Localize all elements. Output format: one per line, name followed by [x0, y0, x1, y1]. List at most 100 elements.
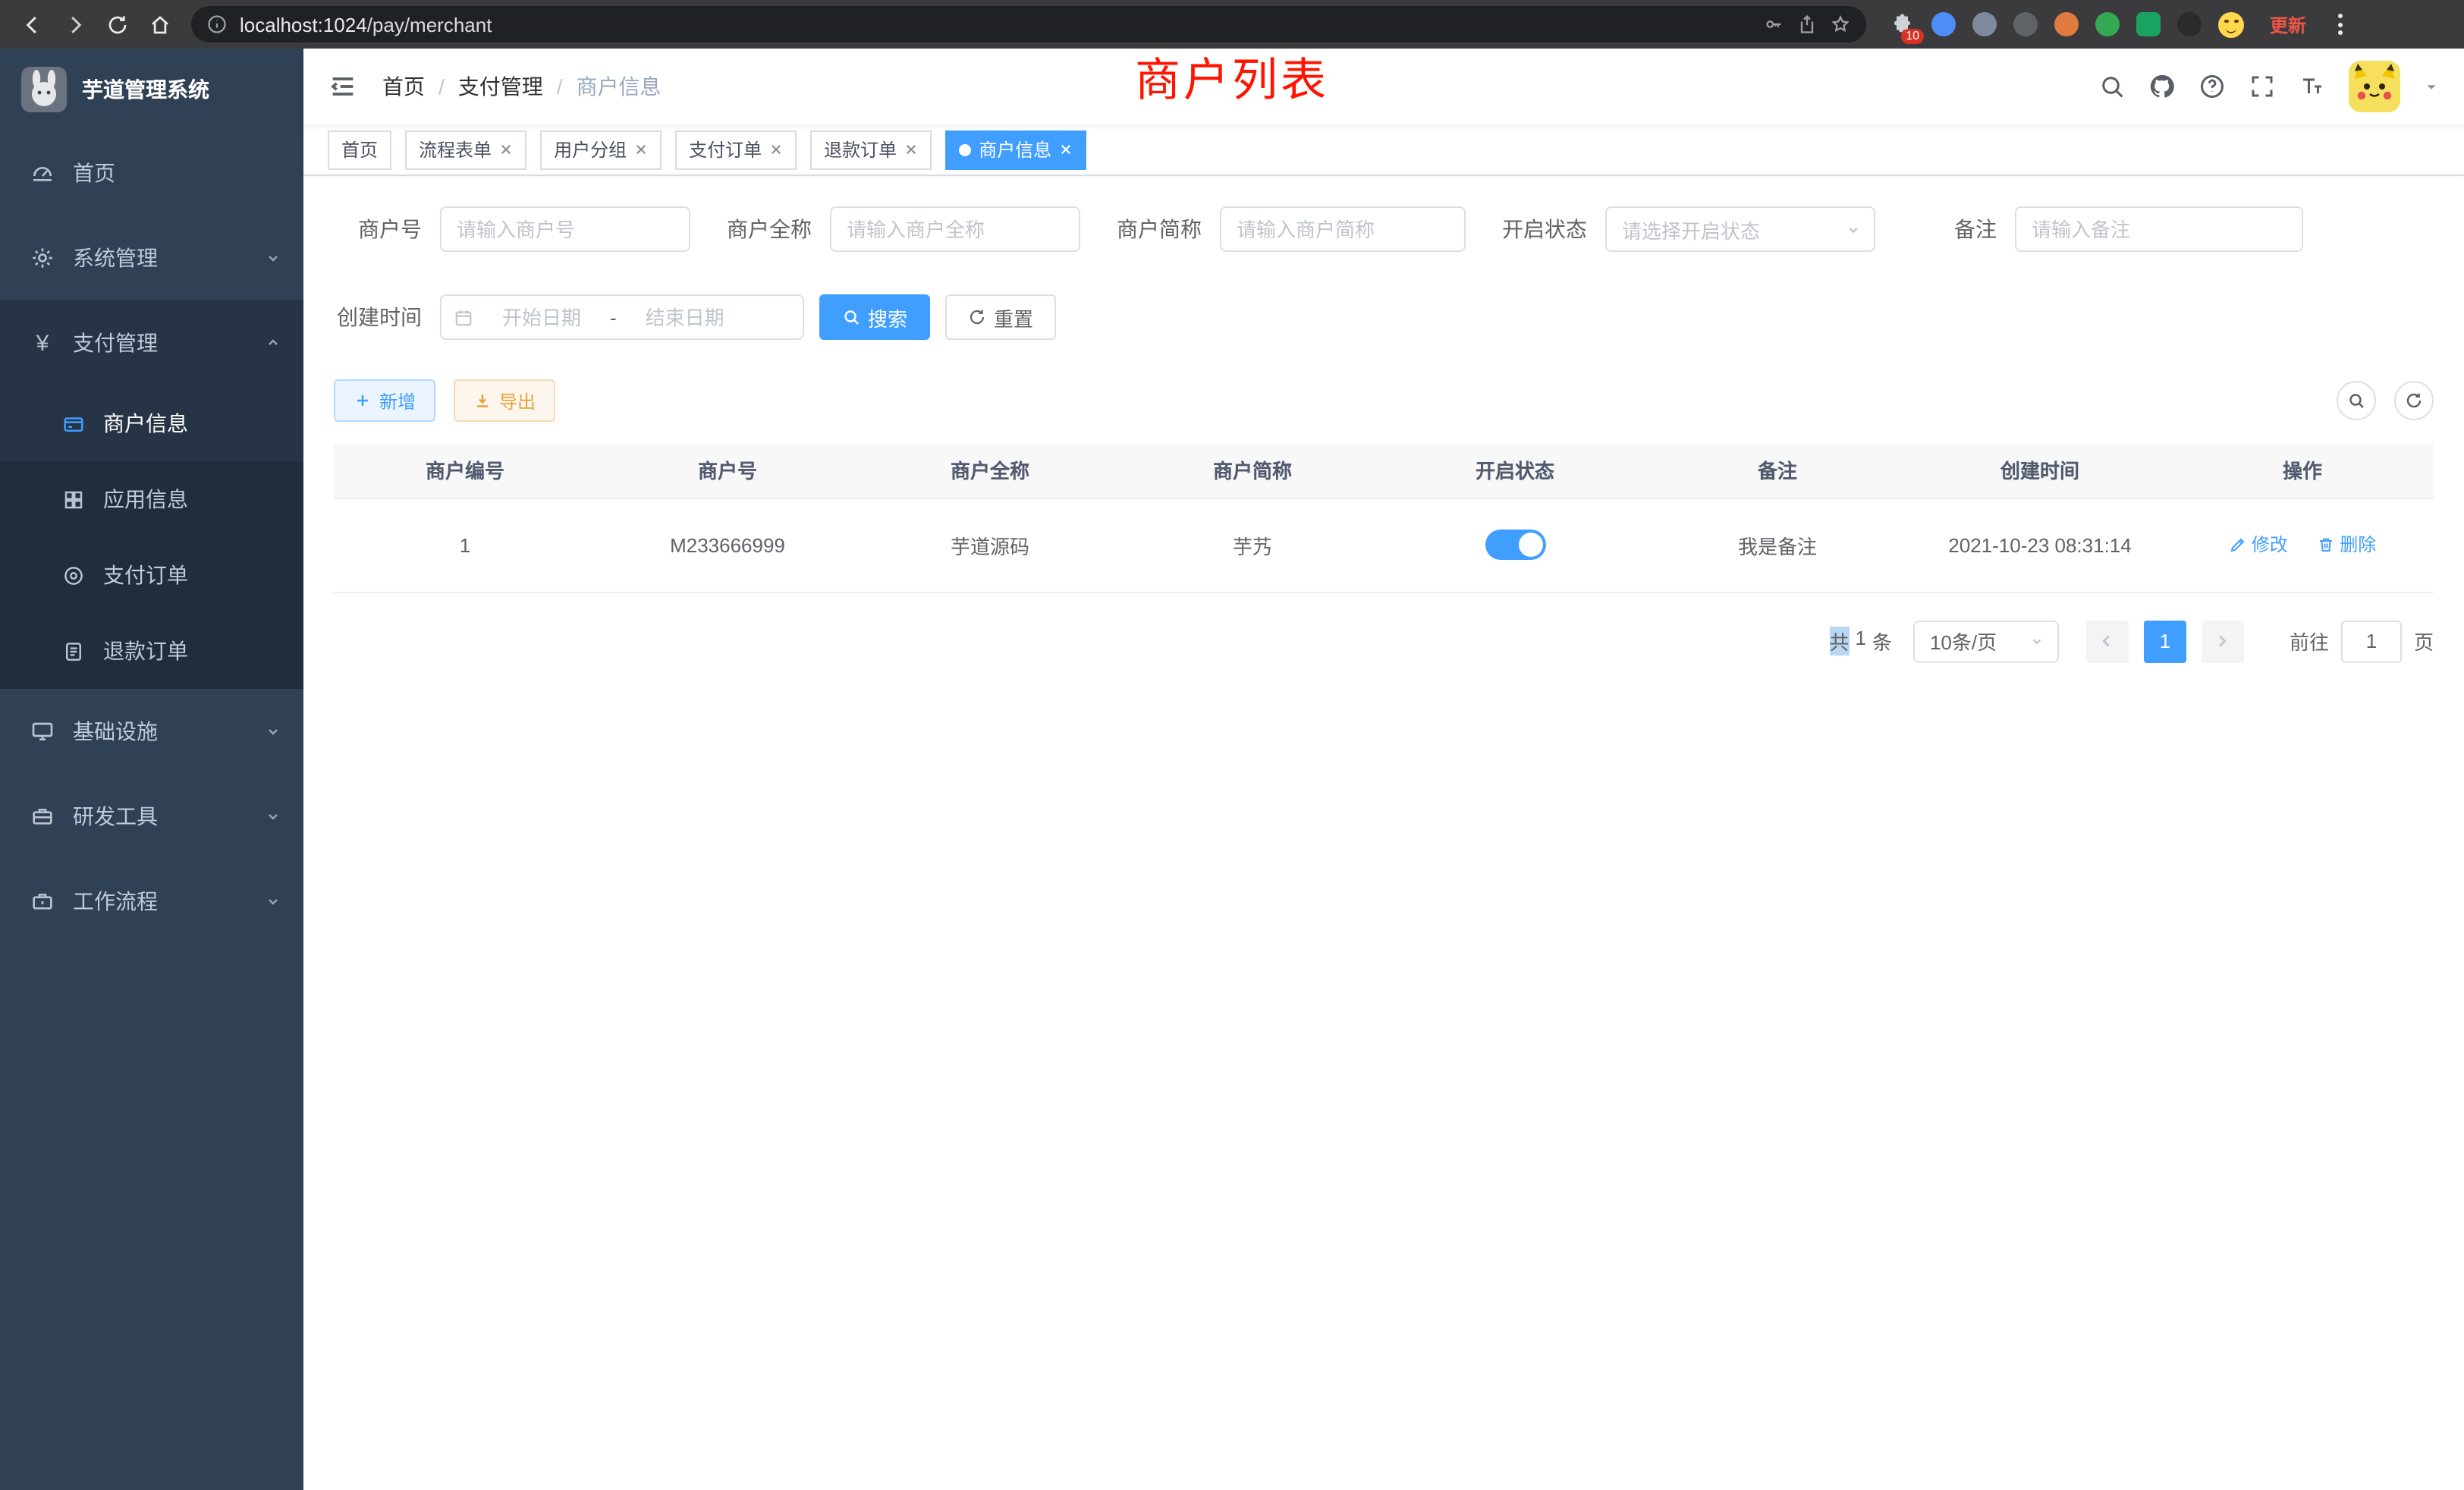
close-icon[interactable]: [499, 143, 513, 156]
page-annotation: 商户列表: [1135, 55, 1329, 109]
forward-icon: [63, 13, 86, 36]
sidebar-item-payment-orders[interactable]: 支付订单: [0, 537, 303, 613]
current-page[interactable]: 1: [2144, 620, 2186, 662]
share-icon[interactable]: [1796, 14, 1818, 35]
toggle-search-button[interactable]: [2337, 381, 2376, 420]
breadcrumb-section[interactable]: 支付管理: [458, 71, 543, 102]
sidebar-item-payment[interactable]: ¥ 支付管理: [0, 300, 303, 385]
caret-down-icon[interactable]: [2423, 78, 2440, 95]
help-icon[interactable]: [2198, 73, 2226, 100]
sidebar: 芋道管理系统 首页 系统管理 ¥: [0, 49, 303, 1490]
browser-menu-icon[interactable]: [2332, 14, 2349, 35]
target-icon: [61, 564, 85, 586]
fullscreen-icon[interactable]: [2249, 73, 2276, 100]
col-header-id: 商户编号: [334, 443, 596, 498]
github-icon[interactable]: [2148, 73, 2176, 100]
close-icon[interactable]: [1059, 143, 1073, 156]
tab-process-form[interactable]: 流程表单: [405, 130, 526, 169]
extensions-puzzle-icon[interactable]: 10: [1887, 11, 1915, 38]
tab-merchant-info[interactable]: 商户信息: [945, 130, 1086, 169]
sidebar-item-app-info[interactable]: 应用信息: [0, 461, 303, 537]
chevron-left-icon: [2099, 633, 2116, 649]
sidebar-item-refund-orders[interactable]: 退款订单: [0, 613, 303, 689]
forward-button[interactable]: [55, 5, 94, 44]
address-bar[interactable]: localhost:1024/pay/merchant: [191, 6, 1866, 42]
delete-link[interactable]: 删除: [2317, 532, 2376, 558]
goto-page-input[interactable]: [2341, 620, 2402, 662]
page-size-select[interactable]: 10条/页: [1913, 620, 2059, 662]
sidebar-item-workflow[interactable]: 工作流程: [0, 859, 303, 944]
profile-avatar-icon[interactable]: [2218, 11, 2244, 37]
export-button[interactable]: 导出: [454, 379, 555, 422]
search-button[interactable]: 搜索: [819, 294, 930, 340]
add-button[interactable]: 新增: [334, 379, 435, 422]
yen-icon: ¥: [30, 330, 55, 356]
breadcrumb-home[interactable]: 首页: [382, 71, 425, 102]
sidebar-item-label: 退款订单: [103, 636, 188, 666]
start-date-input[interactable]: [482, 306, 601, 328]
browser-toolbar: localhost:1024/pay/merchant 10: [0, 0, 2464, 49]
remark-input[interactable]: [2015, 206, 2303, 252]
monitor-icon: [30, 719, 55, 743]
pagination-total: 共 1 条: [1829, 627, 1892, 655]
font-size-icon[interactable]: [2299, 73, 2326, 100]
extension-dark-icon[interactable]: [2013, 12, 2038, 36]
close-icon[interactable]: [634, 143, 648, 156]
table-header-row: 商户编号 商户号 商户全称 商户简称 开启状态 备注 创建时间 操作: [334, 443, 2434, 498]
date-separator: -: [610, 306, 617, 328]
status-select[interactable]: 请选择开启状态: [1605, 206, 1875, 252]
back-button[interactable]: [12, 5, 52, 44]
prev-page-button[interactable]: [2086, 620, 2129, 662]
chevron-down-icon: [264, 807, 282, 825]
sidebar-item-system[interactable]: 系统管理: [0, 215, 303, 300]
close-icon[interactable]: [904, 143, 918, 156]
extension-orange-icon[interactable]: [2054, 12, 2079, 36]
extension-black-icon[interactable]: [2177, 12, 2202, 36]
extension-slate-icon[interactable]: [1972, 12, 1997, 36]
reset-button[interactable]: 重置: [945, 294, 1056, 340]
sidebar-item-home[interactable]: 首页: [0, 130, 303, 215]
next-page-button[interactable]: [2202, 620, 2244, 662]
sidebar-item-devtools[interactable]: 研发工具: [0, 774, 303, 859]
extension-green-grid-icon[interactable]: [2136, 12, 2161, 36]
sidebar-item-label: 工作流程: [73, 886, 158, 916]
breadcrumb-current: 商户信息: [577, 71, 662, 102]
edit-link[interactable]: 修改: [2229, 532, 2288, 558]
tab-payment-orders[interactable]: 支付订单: [675, 130, 797, 169]
toolbox-icon: [30, 804, 55, 828]
filter-row-2: 创建时间 - 搜索 重置: [334, 294, 2434, 340]
status-toggle[interactable]: [1485, 530, 1545, 560]
sidebar-fold-icon[interactable]: [328, 71, 358, 102]
close-icon[interactable]: [769, 143, 783, 156]
refresh-table-button[interactable]: [2394, 381, 2434, 420]
user-avatar[interactable]: [2349, 61, 2400, 112]
full-name-input[interactable]: [830, 206, 1080, 252]
tab-user-group[interactable]: 用户分组: [540, 130, 662, 169]
search-icon: [842, 308, 860, 326]
bookmark-star-icon[interactable]: [1830, 14, 1851, 35]
tab-refund-orders[interactable]: 退款订单: [810, 130, 932, 169]
chrome-update-button[interactable]: 更新: [2261, 8, 2315, 40]
document-icon: [61, 640, 85, 662]
col-header-status: 开启状态: [1384, 443, 1646, 498]
sidebar-item-merchant-info[interactable]: 商户信息: [0, 385, 303, 461]
calendar-icon: [454, 307, 473, 327]
short-name-input[interactable]: [1220, 206, 1466, 252]
extension-blue-icon[interactable]: [1931, 12, 1956, 36]
create-time-range-picker[interactable]: -: [440, 294, 804, 340]
extensions-area: 10 更新: [1887, 8, 2349, 40]
top-navbar: 首页 / 支付管理 / 商户信息 商户列表: [303, 49, 2464, 124]
extension-green-icon[interactable]: [2095, 12, 2120, 36]
password-key-icon[interactable]: [1763, 14, 1784, 35]
site-info-icon[interactable]: [206, 14, 228, 35]
home-button[interactable]: [140, 5, 179, 44]
short-name-label: 商户简称: [1117, 214, 1202, 244]
cell-create-time: 2021-10-23 08:31:14: [1909, 498, 2171, 592]
merchant-no-input[interactable]: [440, 206, 690, 252]
search-icon[interactable]: [2098, 73, 2126, 100]
tab-home[interactable]: 首页: [328, 130, 391, 169]
sidebar-item-infrastructure[interactable]: 基础设施: [0, 689, 303, 774]
end-date-input[interactable]: [626, 306, 744, 328]
reload-button[interactable]: [97, 5, 137, 44]
url-text: localhost:1024/pay/merchant: [240, 13, 1751, 36]
